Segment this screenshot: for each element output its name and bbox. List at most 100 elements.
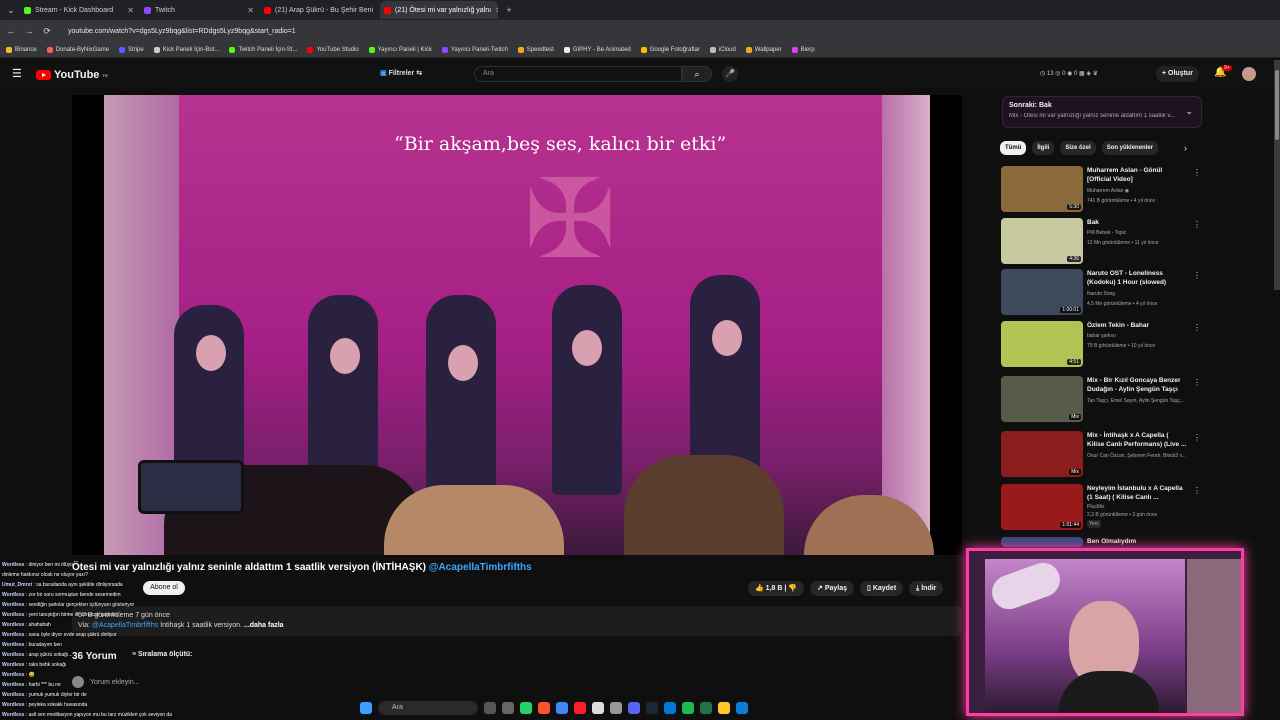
- save-button[interactable]: ▯ Kaydet: [860, 581, 904, 596]
- chip-for-you[interactable]: Size özel: [1060, 141, 1096, 155]
- rec-title[interactable]: Mix - İntihaşk x A Capella ( Kilise Canl…: [1087, 431, 1187, 449]
- more-options-icon[interactable]: ⋮: [1193, 486, 1201, 495]
- forward-icon[interactable]: →: [22, 26, 36, 36]
- voice-search-button[interactable]: 🎤: [722, 66, 738, 82]
- start-icon[interactable]: [360, 702, 372, 714]
- search-input[interactable]: Ara: [474, 66, 682, 82]
- bookmark-item[interactable]: Binance: [6, 46, 37, 53]
- bookmark-item[interactable]: Donate-ByNixGame: [46, 46, 109, 53]
- back-icon[interactable]: ←: [4, 26, 18, 36]
- video-thumbnail[interactable]: Mix: [1001, 376, 1083, 422]
- rec-title[interactable]: Neyleyim İstanbulu x A Capella (1 Saat) …: [1087, 484, 1187, 502]
- chevron-down-icon[interactable]: ⌄: [1185, 106, 1193, 117]
- recommended-video[interactable]: 4:51 Özlem Tekin - Bahar bahar şarkısı 7…: [1001, 321, 1201, 371]
- task-view-icon[interactable]: [484, 702, 496, 714]
- bookmark-item[interactable]: Bierp: [791, 46, 815, 53]
- close-tab-icon[interactable]: ✕: [127, 6, 134, 15]
- more-options-icon[interactable]: ⋮: [1193, 271, 1201, 280]
- rec-title[interactable]: Özlem Tekin - Bahar: [1087, 321, 1187, 330]
- new-tab-icon[interactable]: +: [502, 5, 516, 15]
- recommended-video[interactable]: 4:36 Bak Pilli Bebek - Topic 12 Mn görün…: [1001, 218, 1201, 268]
- more-options-icon[interactable]: ⋮: [1193, 220, 1201, 229]
- opera-icon[interactable]: [574, 702, 586, 714]
- browser-tab-youtube-2[interactable]: (21) Ötesi mi var yalnızlığ yalnı ✕: [380, 1, 498, 19]
- filters-button[interactable]: ▣ Filtreler ⇆: [380, 69, 422, 77]
- tab-search-icon[interactable]: ⌄: [4, 5, 18, 16]
- search-button[interactable]: ⌕: [682, 66, 712, 82]
- close-tab-icon[interactable]: ✕: [377, 6, 378, 15]
- bookmark-item[interactable]: Google Fotoğraflar: [640, 46, 700, 53]
- create-button[interactable]: + Oluştur: [1156, 66, 1199, 82]
- taskbar-search[interactable]: Ara: [378, 701, 478, 715]
- spotify-icon[interactable]: [682, 702, 694, 714]
- reload-icon[interactable]: ⟳: [40, 26, 54, 37]
- share-button[interactable]: ↗ Paylaş: [809, 581, 854, 596]
- video-thumbnail[interactable]: [1001, 537, 1083, 547]
- page-scrollbar[interactable]: [1274, 60, 1280, 290]
- more-options-icon[interactable]: ⋮: [1193, 433, 1201, 442]
- video-thumbnail[interactable]: 1:01:44: [1001, 484, 1083, 530]
- like-button[interactable]: 👍 1,8 B | 👎: [748, 581, 804, 596]
- channel-handle-link[interactable]: @AcapellaTimbrfifths: [429, 562, 532, 573]
- up-next-panel[interactable]: Sonraki: Bak Mix - Ötesi mi var yalnızlı…: [1002, 96, 1202, 128]
- more-options-icon[interactable]: ⋮: [1193, 378, 1201, 387]
- discord-icon[interactable]: [628, 702, 640, 714]
- url-field[interactable]: youtube.com/watch?v=dgs5Lyz9bqg&list=RDd…: [68, 28, 296, 35]
- chrome-icon[interactable]: [556, 702, 568, 714]
- extension-icons[interactable]: ◷ 13 ◎ 0 ◉ 0 ▦ ◈ ♛: [1040, 70, 1098, 77]
- bookmark-item[interactable]: Speedtest: [517, 46, 554, 53]
- browser-tab-youtube-1[interactable]: (21) Arap Şükrü - Bu Şehir Beni ✕: [260, 1, 378, 19]
- video-thumbnail[interactable]: 5:30: [1001, 166, 1083, 212]
- browser-tab-twitch[interactable]: Twitch ✕: [140, 1, 258, 19]
- recommended-video[interactable]: 1:01:44 Neyleyim İstanbulu x A Capella (…: [1001, 484, 1201, 534]
- video-thumbnail[interactable]: Mix: [1001, 431, 1083, 477]
- obs-icon[interactable]: [592, 702, 604, 714]
- more-options-icon[interactable]: ⋮: [1193, 168, 1201, 177]
- recommended-video[interactable]: 5:30 Muharrem Aslan - Gönül [Official Vi…: [1001, 166, 1201, 216]
- rec-title[interactable]: Bak: [1087, 218, 1187, 227]
- recommended-video[interactable]: Ben Olmalıydım: [1001, 537, 1201, 547]
- menu-icon[interactable]: ☰: [12, 67, 22, 80]
- recommended-mix[interactable]: Mix Mix - Bir Kızıl Goncaya Benzer Dudağ…: [1001, 376, 1201, 426]
- bookmark-item[interactable]: Stripe: [119, 46, 144, 53]
- bookmark-item[interactable]: iCloud: [709, 46, 736, 53]
- video-thumbnail[interactable]: 4:51: [1001, 321, 1083, 367]
- settings-icon[interactable]: [502, 702, 514, 714]
- account-avatar[interactable]: [1242, 67, 1256, 81]
- youtube-logo[interactable]: YouTube TR: [36, 69, 108, 81]
- close-tab-icon[interactable]: ✕: [247, 6, 254, 15]
- bookmark-item[interactable]: Yayıncı Paneli | Kick: [368, 46, 432, 53]
- brave-icon[interactable]: [538, 702, 550, 714]
- folder-icon[interactable]: [718, 702, 730, 714]
- rec-title[interactable]: Naruto OST - Loneliness (Kodoku) 1 Hour …: [1087, 269, 1187, 287]
- app-icon[interactable]: [610, 702, 622, 714]
- recommended-mix[interactable]: Mix Mix - İntihaşk x A Capella ( Kilise …: [1001, 431, 1201, 481]
- bookmark-item[interactable]: Wallpaper: [745, 46, 782, 53]
- edge-icon[interactable]: [664, 702, 676, 714]
- download-button[interactable]: ⤓ İndir: [909, 581, 944, 596]
- steam-icon[interactable]: [646, 702, 658, 714]
- chevron-right-icon[interactable]: ›: [1184, 143, 1187, 153]
- bookmark-item[interactable]: Twitch Paneli İçin-St...: [229, 46, 297, 53]
- bookmark-item[interactable]: GIPHY - Be Animated: [563, 46, 631, 53]
- more-options-icon[interactable]: ⋮: [1193, 323, 1201, 332]
- app-icon[interactable]: [736, 702, 748, 714]
- browser-tab-kick[interactable]: Stream - Kick Dashboard ✕: [20, 1, 138, 19]
- show-more-link[interactable]: ...daha fazla: [244, 622, 284, 629]
- chip-related[interactable]: İlgili: [1032, 141, 1055, 155]
- recommended-video[interactable]: 1:00:01 Naruto OST - Loneliness (Kodoku)…: [1001, 269, 1201, 319]
- excel-icon[interactable]: [700, 702, 712, 714]
- video-player[interactable]: ✠ “Bir akşam,beş ses, kalıcı bir etki”: [72, 95, 962, 555]
- bookmark-item[interactable]: YouTube Studio: [307, 46, 359, 53]
- chip-recent[interactable]: Son yüklenenler: [1101, 141, 1159, 155]
- rec-title[interactable]: Muharrem Aslan - Gönül [Official Video]: [1087, 166, 1187, 184]
- bookmark-item[interactable]: Kick Paneli İçin-Bot...: [153, 46, 219, 53]
- rec-title[interactable]: Mix - Bir Kızıl Goncaya Benzer Dudağın -…: [1087, 376, 1187, 394]
- rec-title[interactable]: Ben Olmalıydım: [1087, 537, 1187, 546]
- whatsapp-icon[interactable]: [520, 702, 532, 714]
- close-tab-icon[interactable]: ✕: [495, 6, 498, 15]
- thumbs-down-icon[interactable]: 👎: [788, 585, 797, 592]
- video-thumbnail[interactable]: 4:36: [1001, 218, 1083, 264]
- bookmark-item[interactable]: Yayıncı Paneli-Twitch: [441, 46, 508, 53]
- chip-all[interactable]: Tümü: [1000, 141, 1027, 155]
